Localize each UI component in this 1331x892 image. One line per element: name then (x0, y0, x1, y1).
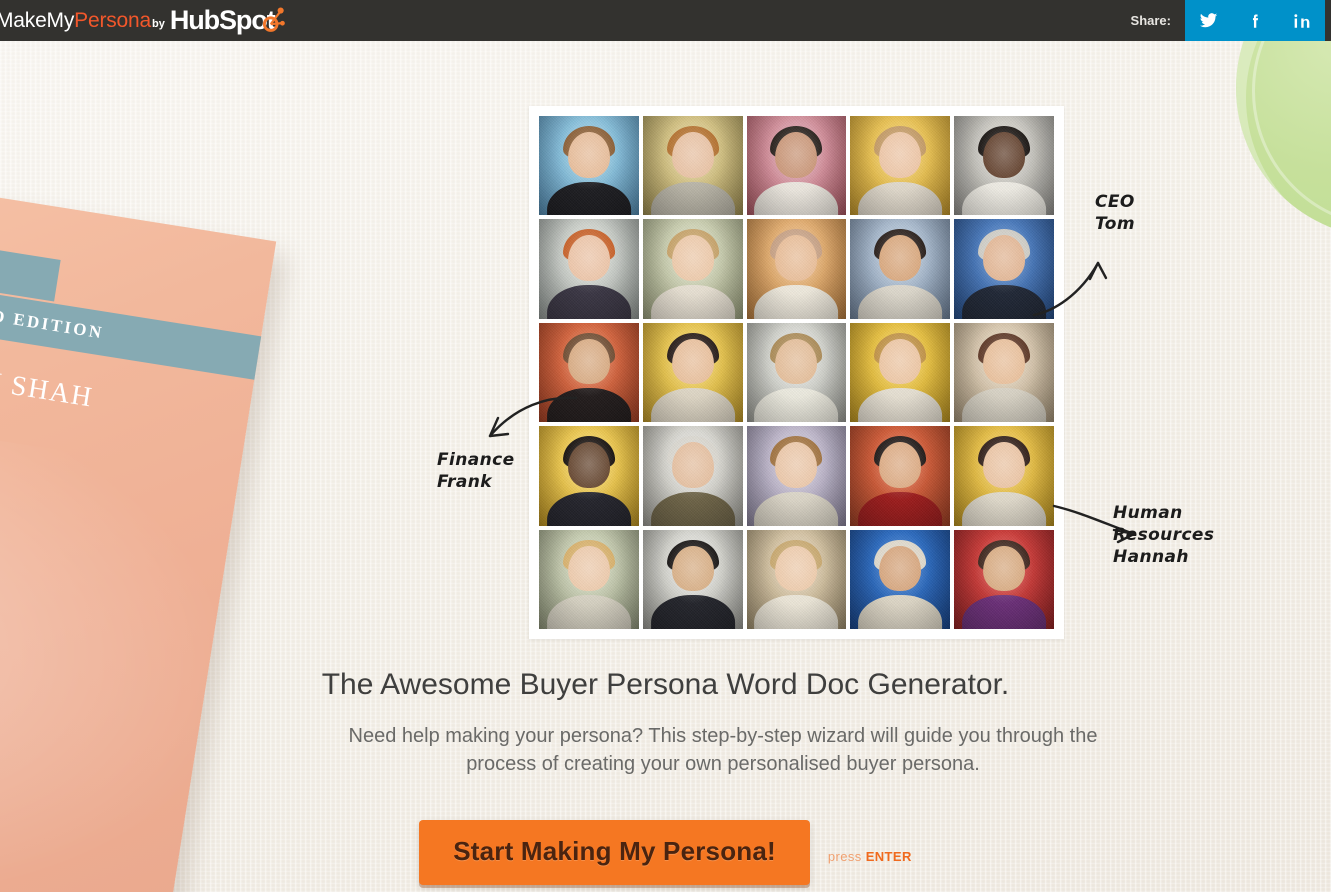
share-buttons-group (1185, 0, 1325, 41)
linkedin-share-icon[interactable] (1285, 0, 1319, 41)
persona-photo-19 (850, 426, 951, 526)
photo-vignette-overlay (746, 322, 847, 423)
persona-photo-5 (954, 116, 1054, 216)
persona-photo-17 (642, 426, 743, 526)
photo-vignette-overlay (850, 529, 951, 629)
finance-arrow-icon (488, 396, 578, 438)
top-header-bar: MakeMyPersona by HubSpot Share: (0, 0, 1331, 41)
photo-vignette-overlay (954, 529, 1054, 629)
brand-make-text: MakeMy (0, 8, 75, 32)
ceo-arrow-icon (1032, 261, 1108, 317)
persona-photo-22 (642, 529, 743, 629)
persona-photo-7 (642, 219, 743, 319)
persona-photo-9 (850, 219, 951, 319)
hubspot-by-label: by (152, 18, 165, 30)
photo-vignette-overlay (850, 219, 951, 319)
persona-photo-6 (539, 219, 639, 319)
facebook-share-icon[interactable] (1238, 0, 1272, 41)
photo-vignette-overlay (642, 116, 743, 216)
persona-photo-25 (954, 529, 1054, 629)
photo-vignette-overlay (642, 322, 743, 423)
book-ribbon-revised: SED AND UPDATED (0, 200, 61, 302)
annotation-finance-frank: Finance Frank (437, 450, 515, 492)
start-making-my-persona-button[interactable]: Start Making My Persona! (419, 820, 810, 885)
persona-photo-grid (539, 116, 1054, 629)
persona-photo-15 (954, 322, 1054, 423)
photo-vignette-overlay (642, 529, 743, 629)
photo-vignette-overlay (850, 426, 951, 526)
annotation-human-resources-hannah: Human Resources Hannah (1113, 503, 1215, 567)
persona-photo-14 (850, 322, 951, 423)
photo-vignette-overlay (954, 116, 1054, 216)
persona-photo-12 (642, 322, 743, 423)
photo-vignette-overlay (850, 322, 951, 423)
photo-vignette-overlay (850, 116, 951, 216)
photo-vignette-overlay (954, 426, 1054, 526)
persona-photo-3 (746, 116, 847, 216)
inbound-marketing-book-cover: SED AND UPDATED SECOND EDITION LLIGAN | … (0, 168, 277, 892)
press-word: press (827, 849, 862, 864)
persona-photo-8 (746, 219, 847, 319)
makemypersona-logo-text: MakeMyPersona (0, 9, 151, 33)
persona-photo-23 (746, 529, 847, 629)
page-root: MakeMyPersona by HubSpot Share: SECOND E… (0, 0, 1331, 892)
photo-vignette-overlay (539, 529, 639, 629)
persona-photo-4 (850, 116, 951, 216)
photo-vignette-overlay (954, 322, 1054, 423)
persona-photo-18 (746, 426, 847, 526)
annotation-ceo-tom: CEO Tom (1095, 192, 1135, 234)
photo-vignette-overlay (642, 426, 743, 526)
hubspot-logo[interactable]: by HubSpot (152, 0, 285, 41)
photo-vignette-overlay (746, 116, 847, 216)
photo-vignette-overlay (746, 529, 847, 629)
twitter-share-icon[interactable] (1191, 0, 1225, 41)
photo-vignette-overlay (746, 426, 847, 526)
persona-photo-21 (539, 529, 639, 629)
press-enter-hint: press ENTER (828, 849, 912, 864)
persona-photo-24 (850, 529, 951, 629)
persona-photo-20 (954, 426, 1054, 526)
persona-photo-2 (642, 116, 743, 216)
cta-row: Start Making My Persona! press ENTER (0, 820, 1331, 885)
persona-photo-collage-frame (529, 106, 1064, 639)
brand-persona-text: Persona (74, 8, 151, 32)
enter-key-label: ENTER (865, 849, 912, 864)
makemypersona-logo[interactable]: MakeMyPersona (0, 0, 151, 41)
photo-vignette-overlay (539, 116, 639, 216)
persona-photo-1 (539, 116, 639, 216)
photo-vignette-overlay (539, 219, 639, 319)
photo-vignette-overlay (642, 219, 743, 319)
hubspot-sprocket-icon (262, 7, 285, 32)
photo-vignette-overlay (746, 219, 847, 319)
page-title: The Awesome Buyer Persona Word Doc Gener… (321, 668, 1010, 701)
persona-photo-13 (746, 322, 847, 423)
page-subcopy: Need help making your persona? This step… (348, 725, 1098, 776)
share-label: Share: (1130, 13, 1171, 28)
